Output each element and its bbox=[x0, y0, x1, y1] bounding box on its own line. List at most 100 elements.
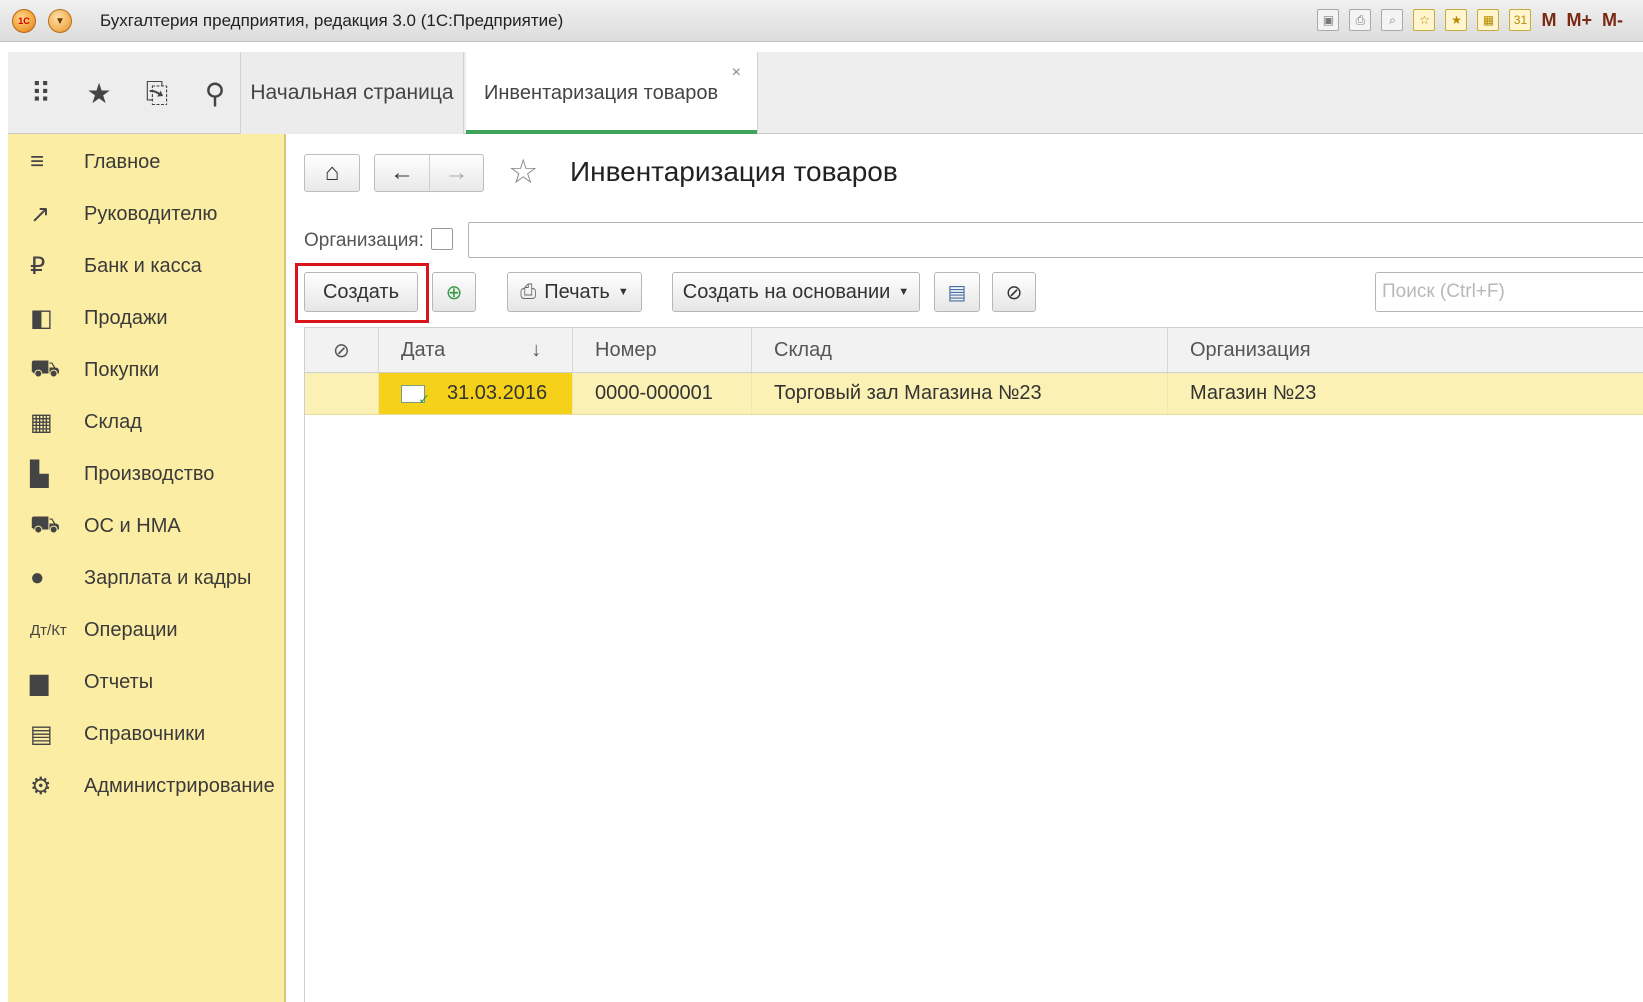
sidebar-item-reports[interactable]: ▆ Отчеты bbox=[8, 662, 286, 702]
create-button[interactable]: Создать bbox=[304, 272, 418, 312]
sidebar-item-label: Склад bbox=[84, 410, 142, 433]
save-icon[interactable]: ▣ bbox=[1317, 9, 1340, 31]
sidebar-item-operations[interactable]: Дт/Кт Операции bbox=[8, 610, 286, 650]
tab-inventory[interactable]: Инвентаризация товаров × bbox=[466, 52, 758, 134]
add-document-icon: ⊕ bbox=[445, 281, 463, 304]
truck-icon: ⛟ bbox=[30, 511, 61, 538]
chevron-down-icon: ▼ bbox=[617, 286, 629, 298]
tab-inventory-label: Инвентаризация товаров bbox=[484, 81, 719, 104]
debit-credit-icon: Дт/Кт bbox=[30, 621, 67, 639]
preview-icon[interactable]: ⌕ bbox=[1381, 9, 1404, 31]
window-title: Бухгалтерия предприятия, редакция 3.0 (1… bbox=[100, 11, 564, 30]
create-based-on-button[interactable]: Создать на основании ▼ bbox=[672, 272, 920, 312]
table-header: ⊘ Дата ↓ Номер Склад Организация bbox=[305, 327, 1643, 373]
attachment-button[interactable]: ⊘ bbox=[992, 272, 1036, 312]
organization-field[interactable] bbox=[468, 222, 1643, 258]
ruble-coin-icon: ₽ bbox=[30, 252, 46, 280]
sidebar-item-label: Покупки bbox=[84, 358, 160, 381]
date-cell: ✓ 31.03.2016 bbox=[379, 373, 573, 414]
sidebar-item-sales[interactable]: ◧ Продажи bbox=[8, 298, 286, 338]
title-toolbar: ▣ ⎙ ⌕ ☆ ★ ▦ 31 M M+ M- bbox=[1317, 9, 1623, 31]
sidebar-item-purchases[interactable]: ⛟ Покупки bbox=[8, 350, 286, 390]
search-icon[interactable]: ⚲ bbox=[200, 77, 230, 110]
arrow-right-icon: → bbox=[444, 159, 469, 186]
home-button[interactable]: ⌂ bbox=[304, 154, 360, 192]
sidebar-item-label: Отчеты bbox=[84, 670, 154, 693]
sidebar-item-admin[interactable]: ⚙ Администрирование bbox=[8, 766, 286, 806]
sidebar-item-manager[interactable]: ↗ Руководителю bbox=[8, 194, 286, 234]
date-value: 31.03.2016 bbox=[447, 382, 548, 404]
gear-icon: ⚙ bbox=[30, 772, 52, 800]
app-logo-icon[interactable]: 1С bbox=[12, 9, 36, 33]
number-column-header[interactable]: Номер bbox=[573, 328, 752, 373]
sidebar-item-label: Операции bbox=[84, 618, 178, 641]
chevron-down-icon: ▼ bbox=[898, 286, 910, 298]
main-menu-icon[interactable]: ▼ bbox=[48, 9, 72, 33]
organization-cell: Магазин №23 bbox=[1190, 382, 1317, 404]
warehouse-grid-icon: ▦ bbox=[30, 408, 53, 436]
memory-minus-button[interactable]: M- bbox=[1602, 10, 1623, 31]
sidebar-item-assets[interactable]: ⛟ ОС и НМА bbox=[8, 506, 286, 546]
books-icon: ▤ bbox=[30, 720, 53, 748]
calculator-icon[interactable]: ▦ bbox=[1477, 9, 1500, 31]
organization-label: Организация: bbox=[304, 230, 424, 251]
tab-bar: ⠿ ★ ⎘ ⚲ Начальная страница Инвентаризаци… bbox=[8, 52, 1643, 134]
person-icon: ● bbox=[30, 564, 45, 591]
date-header-label: Дата bbox=[401, 339, 446, 361]
back-button[interactable]: ← bbox=[375, 155, 429, 191]
sections-grid-icon[interactable]: ⠿ bbox=[26, 77, 56, 110]
favorites-add-icon[interactable]: ☆ bbox=[1413, 9, 1436, 31]
warehouse-cell: Торговый зал Магазина №23 bbox=[752, 373, 1168, 414]
sidebar-item-label: Справочники bbox=[84, 722, 206, 745]
document-list-icon: ▤ bbox=[947, 281, 967, 304]
sidebar-item-payroll[interactable]: ● Зарплата и кадры bbox=[8, 558, 286, 598]
factory-icon: ▙ bbox=[30, 460, 49, 488]
documents-table: ⊘ Дата ↓ Номер Склад Организация ✓ 31.03… bbox=[304, 327, 1643, 1002]
warehouse-column-header[interactable]: Склад bbox=[752, 328, 1168, 373]
sidebar-item-label: Администрирование bbox=[84, 774, 275, 797]
sidebar-item-bank[interactable]: ₽ Банк и касса bbox=[8, 246, 286, 286]
sidebar-item-production[interactable]: ▙ Производство bbox=[8, 454, 286, 494]
page-title: Инвентаризация товаров bbox=[570, 156, 898, 187]
paperclip-icon: ⊘ bbox=[333, 340, 350, 362]
favorite-star-icon[interactable]: ☆ bbox=[508, 152, 538, 192]
home-icon: ⌂ bbox=[324, 159, 340, 186]
favorites-icon[interactable]: ★ bbox=[1445, 9, 1468, 31]
print-icon[interactable]: ⎙ bbox=[1349, 9, 1372, 31]
history-icon[interactable]: ⎘ bbox=[142, 77, 172, 110]
calendar-icon[interactable]: 31 bbox=[1509, 9, 1532, 31]
attachment-column-header[interactable]: ⊘ bbox=[305, 328, 379, 373]
sidebar-item-label: Зарплата и кадры bbox=[84, 566, 252, 589]
sidebar-item-label: Банк и касса bbox=[84, 254, 202, 277]
main-content: ⌂ ← → ☆ Инвентаризация товаров Организац… bbox=[288, 134, 1643, 1002]
sort-arrow-icon: ↓ bbox=[531, 339, 542, 361]
menu-lines-icon: ≡ bbox=[30, 148, 45, 175]
forward-button[interactable]: → bbox=[428, 155, 483, 191]
date-column-header[interactable]: Дата ↓ bbox=[379, 328, 573, 373]
print-button[interactable]: ⎙ Печать ▼ bbox=[507, 272, 642, 312]
memory-plus-button[interactable]: M+ bbox=[1566, 10, 1592, 31]
report-button[interactable]: ▤ bbox=[934, 272, 980, 312]
table-row[interactable]: ✓ 31.03.2016 0000-000001 Торговый зал Ма… bbox=[305, 373, 1643, 415]
organization-checkbox[interactable] bbox=[431, 228, 453, 250]
posted-document-icon: ✓ bbox=[401, 384, 430, 407]
trend-chart-icon: ↗ bbox=[30, 200, 51, 228]
sidebar-item-label: Руководителю bbox=[84, 202, 218, 225]
sidebar: ≡ Главное ↗ Руководителю ₽ Банк и касса … bbox=[8, 134, 286, 1002]
sidebar-item-warehouse[interactable]: ▦ Склад bbox=[8, 402, 286, 442]
quick-icons: ⠿ ★ ⎘ ⚲ bbox=[8, 52, 240, 134]
star-icon[interactable]: ★ bbox=[84, 77, 114, 110]
copy-document-button[interactable]: ⊕ bbox=[432, 272, 476, 312]
sidebar-item-directories[interactable]: ▤ Справочники bbox=[8, 714, 286, 754]
organization-column-header[interactable]: Организация bbox=[1168, 328, 1643, 373]
bar-chart-icon: ▆ bbox=[30, 668, 49, 696]
memory-m-button[interactable]: M bbox=[1541, 10, 1556, 31]
close-icon[interactable]: × bbox=[732, 64, 741, 82]
search-input[interactable]: Поиск (Ctrl+F) bbox=[1375, 272, 1643, 312]
print-label: Печать bbox=[544, 280, 610, 303]
number-cell: 0000-000001 bbox=[573, 373, 752, 414]
tab-home[interactable]: Начальная страница bbox=[240, 52, 464, 134]
sidebar-item-main[interactable]: ≡ Главное bbox=[8, 142, 286, 182]
shopping-bag-icon: ◧ bbox=[30, 304, 53, 332]
title-bar: 1С ▼ Бухгалтерия предприятия, редакция 3… bbox=[0, 0, 1643, 42]
